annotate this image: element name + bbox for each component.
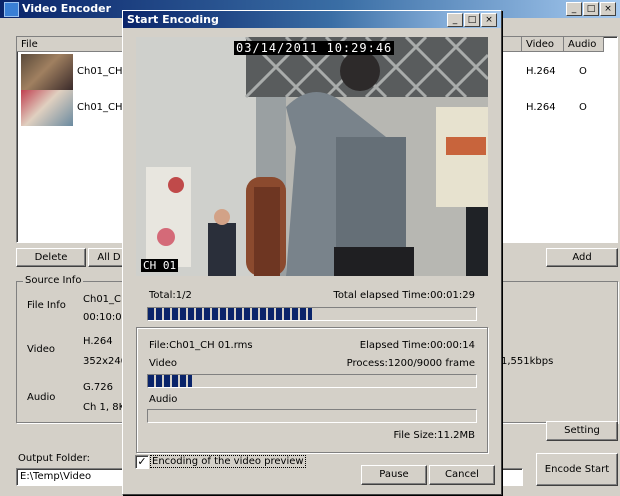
- column-header-video[interactable]: Video: [522, 37, 564, 52]
- video-label: Video: [27, 344, 56, 355]
- preview-checkbox[interactable]: ✓: [135, 455, 149, 469]
- dialog-title: Start Encoding: [127, 13, 219, 26]
- video-codec: H.264: [526, 66, 556, 77]
- file-info-label: File Info: [27, 300, 66, 311]
- minimize-button[interactable]: _: [566, 2, 582, 16]
- main-title: Video Encoder: [22, 2, 111, 15]
- video-channel-label: CH 01: [141, 259, 179, 272]
- setting-button[interactable]: Setting: [546, 421, 618, 441]
- video-progress-fill: [148, 375, 192, 387]
- video-codec: H.264: [526, 102, 556, 113]
- audio-progress-label: Audio: [149, 394, 178, 405]
- file-size: File Size:11.2MB: [393, 430, 475, 441]
- video-preview: 03/14/2011 10:29:46 CH 01: [136, 37, 488, 276]
- checkbox-checkmark: ✓: [137, 455, 147, 468]
- file-name: Ch01_CH: [77, 102, 123, 113]
- total-progress-fill: [148, 308, 312, 320]
- output-folder-label: Output Folder:: [18, 453, 91, 464]
- dialog-close-button[interactable]: ×: [481, 13, 497, 27]
- audio-label: Audio: [27, 392, 56, 403]
- video-bitrate: 1,551kbps: [501, 356, 554, 367]
- file-name: Ch01_CH: [77, 66, 123, 77]
- source-info-legend: Source Info: [23, 275, 84, 286]
- video-frame-image: [136, 37, 488, 276]
- total-elapsed-time: Total elapsed Time:00:01:29: [333, 290, 475, 301]
- maximize-button[interactable]: □: [583, 2, 599, 16]
- dialog-titlebar[interactable]: Start Encoding _ □ ×: [123, 11, 501, 28]
- video-progress-bar: [147, 374, 477, 388]
- encode-start-button[interactable]: Encode Start: [536, 453, 618, 486]
- dialog-maximize-button[interactable]: □: [464, 13, 480, 27]
- column-header-audio[interactable]: Audio: [564, 37, 604, 52]
- dialog-minimize-button[interactable]: _: [447, 13, 463, 27]
- add-button[interactable]: Add: [546, 248, 618, 267]
- file-progress-box: File:Ch01_CH 01.rms Elapsed Time:00:00:1…: [136, 327, 488, 453]
- video-codec-info: H.264: [83, 336, 113, 347]
- close-button[interactable]: ×: [600, 2, 616, 16]
- video-timestamp: 03/14/2011 10:29:46: [234, 41, 395, 55]
- video-progress-label: Video: [149, 358, 178, 369]
- audio-progress-bar: [147, 409, 477, 423]
- video-thumbnail: [21, 54, 73, 90]
- frame-process: Process:1200/9000 frame: [346, 358, 475, 369]
- app-icon: [4, 2, 19, 17]
- audio-flag: O: [579, 102, 587, 113]
- delete-button[interactable]: Delete: [16, 248, 86, 267]
- preview-checkbox-label[interactable]: Encoding of the video preview: [150, 455, 306, 468]
- start-encoding-dialog: Start Encoding _ □ × 03/14/2011 10:29:46…: [122, 10, 502, 495]
- elapsed-time: Elapsed Time:00:00:14: [359, 340, 475, 351]
- pause-button[interactable]: Pause: [361, 465, 427, 485]
- video-thumbnail: [21, 90, 73, 126]
- current-file-name: File:Ch01_CH 01.rms: [149, 340, 253, 351]
- audio-codec-info: G.726: [83, 382, 114, 393]
- output-folder-value: E:\Temp\Video: [20, 471, 92, 482]
- total-progress-bar: [147, 307, 477, 321]
- cancel-button[interactable]: Cancel: [429, 465, 495, 485]
- audio-flag: O: [579, 66, 587, 77]
- total-count: Total:1/2: [149, 290, 192, 301]
